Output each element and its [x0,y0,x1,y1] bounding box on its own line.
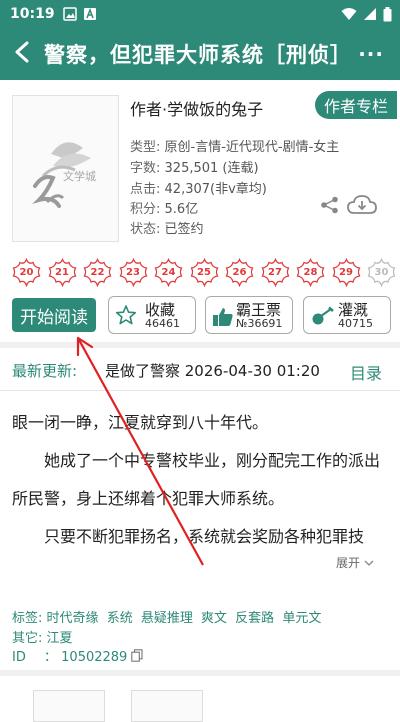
annotation-arrow-icon [76,336,204,566]
